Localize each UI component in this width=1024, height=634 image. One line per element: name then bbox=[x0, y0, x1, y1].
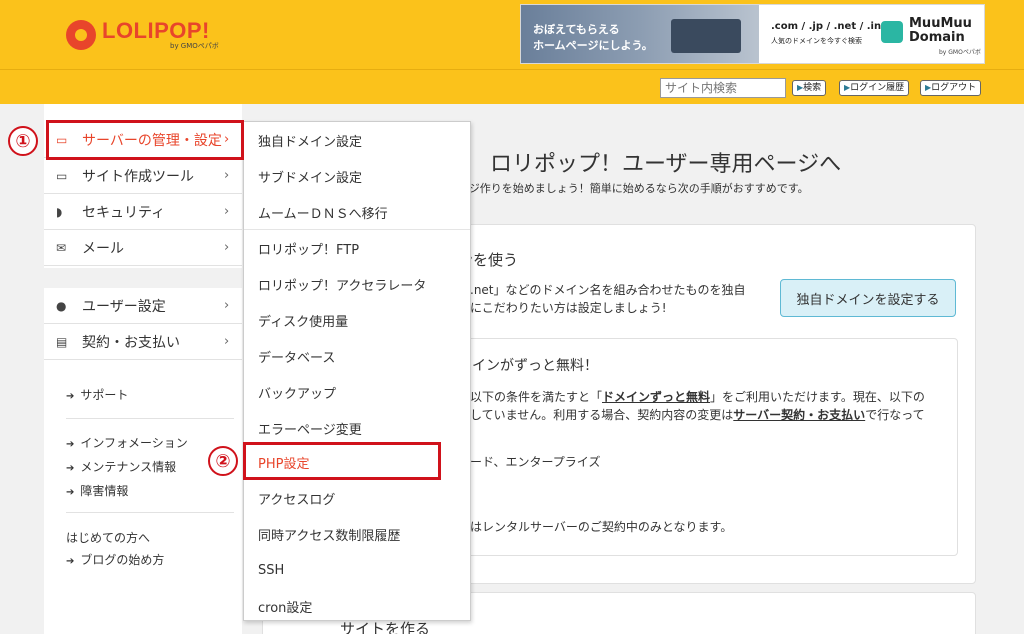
arrow-right-icon: ➔ bbox=[66, 463, 75, 474]
menu-item-cron[interactable]: cron設定 bbox=[244, 588, 470, 624]
header-divider bbox=[0, 69, 1024, 70]
maintenance-link[interactable]: ➔ メンテナンス情報 bbox=[66, 458, 176, 475]
sidebar-item-label: 契約・お支払い bbox=[82, 334, 180, 351]
logout-button[interactable]: ▶ログアウト bbox=[920, 80, 982, 96]
text-part: で行なって bbox=[865, 408, 925, 422]
blog-guide-link-label: ブログの始め方 bbox=[80, 553, 165, 567]
logo-name: LOLIPOP! bbox=[102, 17, 210, 43]
sidebar-item-label: ユーザー設定 bbox=[82, 298, 166, 315]
blog-guide-link[interactable]: ➔ ブログの始め方 bbox=[66, 551, 164, 568]
failure-info-link[interactable]: ➔ 障害情報 bbox=[66, 482, 128, 499]
card-text: ピード、エンタープライズ bbox=[458, 455, 601, 469]
banner-left-line2: ホームページにしよう。 bbox=[533, 39, 653, 52]
sidebar-gap bbox=[44, 268, 242, 288]
menu-item-disk-usage[interactable]: ディスク使用量 bbox=[244, 302, 470, 338]
beginner-heading: はじめての方へ bbox=[66, 531, 151, 545]
menu-item-custom-domain[interactable]: 独自ドメイン設定 bbox=[244, 122, 470, 158]
card-text: ンにこだわりたい方は設定しましょう! bbox=[458, 301, 667, 315]
step-badge-1: ① bbox=[8, 126, 38, 156]
arrow-right-icon: ➔ bbox=[66, 556, 75, 567]
maintenance-link-label: メンテナンス情報 bbox=[80, 460, 177, 474]
page-subtitle: ージ作りを始めましょう！簡単に始めるなら次の手順がおすすめです。 bbox=[458, 182, 809, 195]
banner-brand: MuuMuu Domain bbox=[909, 16, 972, 45]
laptop-photo-icon bbox=[671, 19, 741, 53]
menu-item-accelerator[interactable]: ロリポップ！アクセラレータ bbox=[244, 266, 470, 302]
information-link[interactable]: ➔ インフォメーション bbox=[66, 434, 188, 451]
sidebar-item-label: メール bbox=[82, 240, 124, 257]
arrow-right-icon: ➔ bbox=[66, 439, 75, 450]
text-part: に以下の条件を満たすと「 bbox=[458, 390, 603, 404]
card-text: 「.net」などのドメイン名を組み合わせたものを独自 bbox=[458, 283, 746, 297]
banner-left: おぼえてもらえる ホームページにしよう。 bbox=[521, 5, 759, 63]
banner-brand-sub: by GMOペパボ bbox=[939, 49, 981, 56]
free-domain-link[interactable]: ドメインずっと無料 bbox=[602, 390, 710, 404]
text-part: たしていません。利用する場合、契約内容の変更は bbox=[458, 408, 734, 422]
chevron-right-icon: › bbox=[224, 298, 230, 313]
card-text: 」はレンタルサーバーのご契約中のみとなります。 bbox=[458, 520, 733, 534]
search-button[interactable]: ▶検索 bbox=[792, 80, 827, 96]
menu-item-muumuu-dns[interactable]: ムームーＤＮＳへ移行 bbox=[244, 194, 470, 230]
menu-item-error-page[interactable]: エラーページ変更 bbox=[244, 410, 470, 446]
highlight-box-step1 bbox=[46, 120, 244, 160]
shield-icon: ◗ bbox=[56, 204, 63, 219]
step-badge-2: ② bbox=[208, 446, 238, 476]
banner-tlds: .com / .jp / .net / .info bbox=[771, 21, 893, 32]
sidebar-item-label: サイト作成ツール bbox=[82, 168, 194, 185]
set-custom-domain-button[interactable]: 独自ドメインを設定する bbox=[780, 279, 956, 317]
chevron-right-icon: › bbox=[224, 240, 230, 255]
banner-left-line1: おぼえてもらえる bbox=[533, 23, 620, 36]
chevron-right-icon: › bbox=[224, 204, 230, 219]
sidebar-item-user-settings[interactable]: ● ユーザー設定 › bbox=[44, 288, 242, 324]
banner-sub: 人気のドメインを今すぐ検索 bbox=[771, 37, 862, 45]
banner-right: .com / .jp / .net / .info 人気のドメインを今すぐ検索 … bbox=[759, 5, 984, 63]
menu-item-backup[interactable]: バックアップ bbox=[244, 374, 470, 410]
divider bbox=[66, 418, 234, 419]
divider bbox=[66, 512, 234, 513]
search-button-label: 検索 bbox=[803, 83, 822, 93]
sidebar-item-billing[interactable]: ▤ 契約・お支払い › bbox=[44, 324, 242, 360]
menu-item-ftp[interactable]: ロリポップ！FTP bbox=[244, 230, 470, 266]
card-text: たしていません。利用する場合、契約内容の変更はサーバー契約・お支払いで行なって bbox=[458, 406, 925, 423]
billing-link[interactable]: サーバー契約・お支払い bbox=[733, 408, 865, 422]
server-settings-dropdown: 独自ドメイン設定 サブドメイン設定 ムームーＤＮＳへ移行 ロリポップ！FTP ロ… bbox=[243, 121, 471, 621]
information-link-label: インフォメーション bbox=[80, 436, 188, 450]
logo-sub: by GMOペパボ bbox=[170, 41, 219, 50]
sidebar-item-site-tools[interactable]: ▭ サイト作成ツール › bbox=[44, 158, 242, 194]
card-icon: ▤ bbox=[56, 334, 68, 349]
laptop-icon: ▭ bbox=[56, 168, 68, 183]
arrow-right-icon: ➔ bbox=[66, 487, 75, 498]
lolipop-logo[interactable]: LOLIPOP! by GMOペパボ bbox=[66, 16, 219, 54]
mail-icon: ✉ bbox=[56, 240, 67, 255]
failure-info-link-label: 障害情報 bbox=[80, 484, 129, 498]
menu-item-concurrent-access[interactable]: 同時アクセス数制限履歴 bbox=[244, 516, 470, 552]
login-history-label: ログイン履歴 bbox=[850, 83, 905, 93]
menu-item-ssh[interactable]: SSH bbox=[244, 552, 470, 588]
card-text: に以下の条件を満たすと「ドメインずっと無料」をご利用いただけます。現在、以下の bbox=[458, 388, 925, 405]
arrow-right-icon: ➔ bbox=[66, 391, 75, 402]
support-link-label: サポート bbox=[80, 388, 129, 402]
chevron-right-icon: › bbox=[224, 168, 230, 183]
text-part: 」をご利用いただけます。現在、以下の bbox=[710, 390, 925, 404]
ad-banner[interactable]: おぼえてもらえる ホームページにしよう。 .com / .jp / .net /… bbox=[520, 4, 985, 64]
site-search-input[interactable] bbox=[660, 78, 786, 98]
highlight-box-step2 bbox=[243, 442, 441, 480]
sidebar-item-security[interactable]: ◗ セキュリティ › bbox=[44, 194, 242, 230]
chevron-right-icon: › bbox=[224, 334, 230, 349]
muumuu-logo-icon bbox=[881, 21, 903, 43]
menu-item-subdomain[interactable]: サブドメイン設定 bbox=[244, 158, 470, 194]
menu-item-access-log[interactable]: アクセスログ bbox=[244, 480, 470, 516]
sidebar-item-mail[interactable]: ✉ メール › bbox=[44, 230, 242, 266]
page-title: ロリポップ！ユーザー専用ページへ bbox=[490, 152, 842, 177]
menu-item-database[interactable]: データベース bbox=[244, 338, 470, 374]
support-link[interactable]: ➔ サポート bbox=[66, 386, 128, 403]
sidebar: ▭ サーバーの管理・設定 › ▭ サイト作成ツール › ◗ セキュリティ › ✉… bbox=[44, 104, 242, 634]
user-icon: ● bbox=[56, 298, 67, 313]
card-heading: メインがずっと無料！ bbox=[458, 358, 598, 374]
login-history-button[interactable]: ▶ログイン履歴 bbox=[839, 80, 910, 96]
sidebar-item-label: セキュリティ bbox=[82, 204, 166, 221]
lolipop-logo-icon bbox=[66, 20, 96, 50]
logout-label: ログアウト bbox=[931, 83, 977, 93]
